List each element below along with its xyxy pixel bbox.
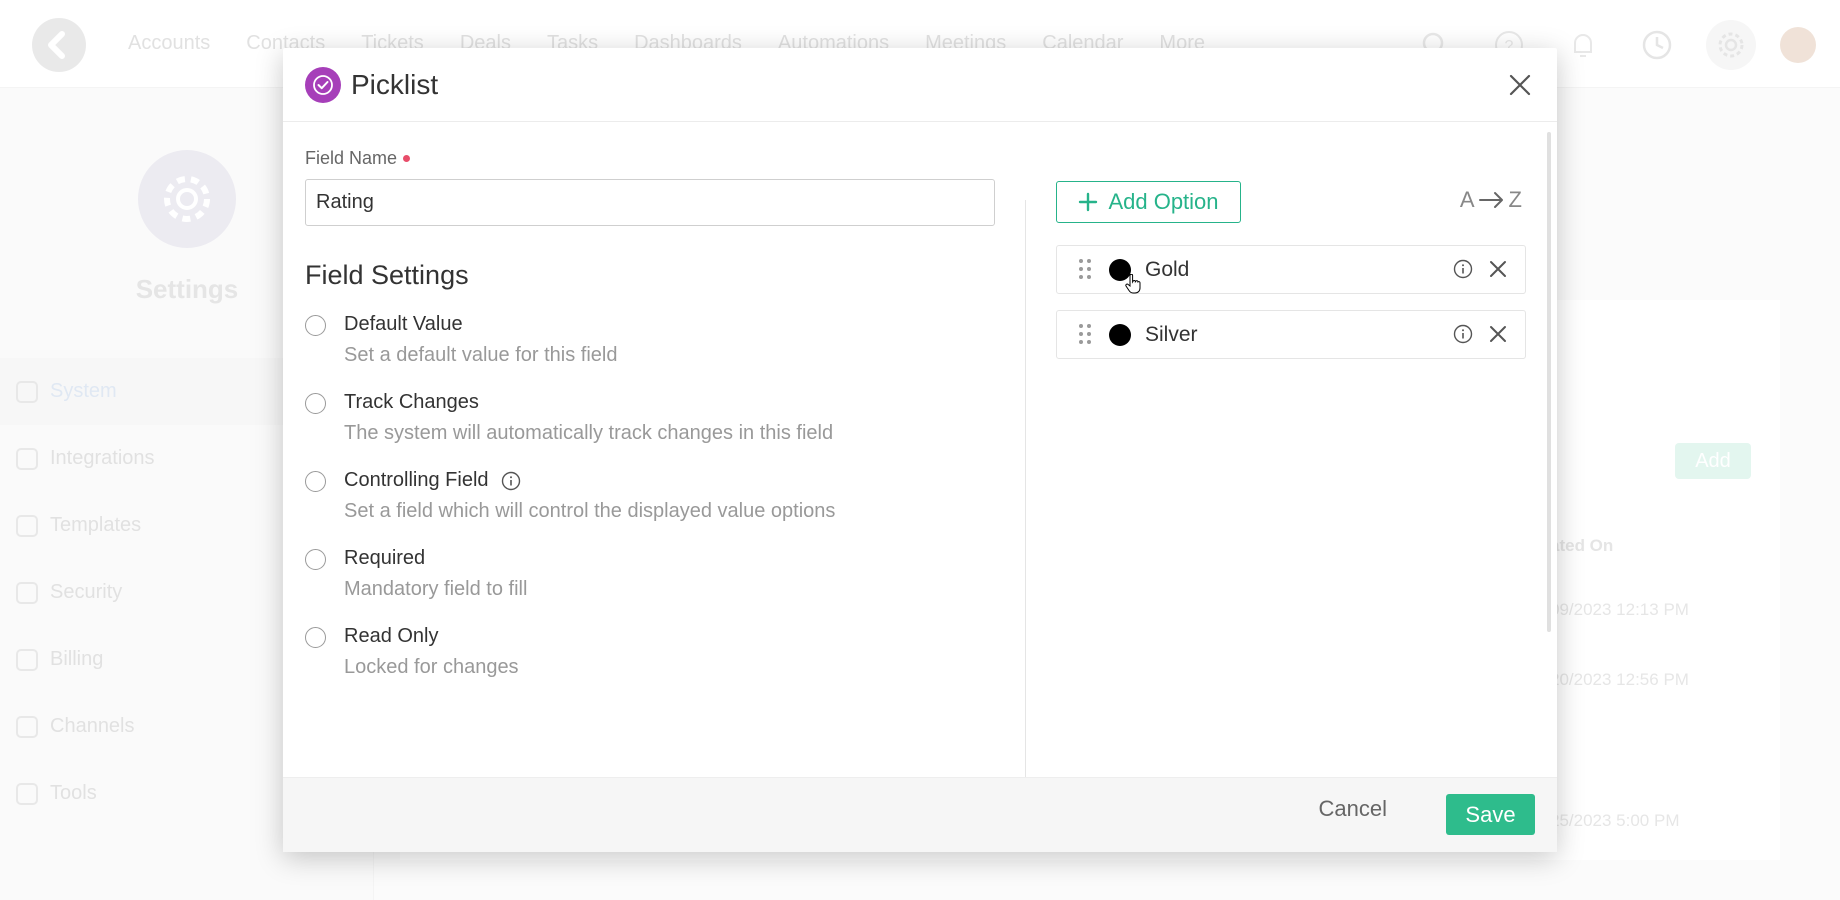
- sort-from-label: A: [1459, 187, 1475, 212]
- close-icon[interactable]: [1505, 70, 1535, 100]
- hand-cursor-icon: [1125, 273, 1141, 299]
- option-row: Gold: [1056, 245, 1526, 294]
- setting-default-value: Default Value Set a default value for thi…: [305, 313, 1005, 367]
- remove-option-icon[interactable]: [1489, 325, 1507, 348]
- sort-to-label: Z: [1508, 187, 1522, 212]
- option-color-swatch[interactable]: [1109, 323, 1131, 346]
- drag-handle-icon[interactable]: [1079, 258, 1091, 281]
- field-config-pane: Field Name Rating Field Settings Default…: [305, 122, 1005, 679]
- setting-name: Required: [344, 547, 426, 569]
- setting-required: Required Mandatory field to fill: [305, 547, 1005, 601]
- check-circle-icon: [305, 66, 341, 103]
- setting-radio[interactable]: [305, 471, 326, 492]
- plus-icon: [1079, 192, 1098, 212]
- option-label[interactable]: Silver: [1145, 323, 1198, 347]
- setting-controlling-field: Controlling Field Set a field which will …: [305, 469, 1005, 523]
- modal-title: Picklist: [351, 68, 439, 100]
- drag-handle-icon[interactable]: [1079, 323, 1091, 346]
- options-list: Gold Silver: [1056, 245, 1526, 359]
- field-settings-title: Field Settings: [305, 260, 469, 290]
- setting-description: Mandatory field to fill: [344, 578, 528, 600]
- setting-name-row: Read Only: [344, 625, 1005, 648]
- info-icon[interactable]: [1453, 324, 1473, 349]
- field-name-input[interactable]: Rating: [305, 179, 995, 226]
- setting-name: Read Only: [344, 625, 439, 647]
- add-option-label: Add Option: [1108, 189, 1219, 214]
- required-indicator: [403, 155, 411, 162]
- modal-header: Picklist: [283, 48, 1557, 122]
- pane-divider: [1025, 200, 1026, 782]
- setting-name-row: Required: [344, 547, 1005, 570]
- setting-description: Locked for changes: [344, 656, 519, 678]
- setting-description: The system will automatically track chan…: [344, 422, 834, 444]
- setting-name: Track Changes: [344, 391, 479, 413]
- field-name-label: Field Name: [305, 148, 1005, 169]
- arrow-right-icon: [1478, 192, 1503, 208]
- cancel-button[interactable]: Cancel: [1319, 796, 1387, 822]
- field-name-label-text: Field Name: [305, 148, 398, 168]
- save-button[interactable]: Save: [1446, 794, 1535, 835]
- setting-name: Controlling Field: [344, 469, 489, 491]
- add-option-button[interactable]: Add Option: [1056, 181, 1241, 223]
- setting-name-row: Controlling Field: [344, 469, 1005, 492]
- setting-description: Set a default value for this field: [344, 344, 618, 366]
- setting-track-changes: Track Changes The system will automatical…: [305, 391, 1005, 445]
- setting-radio[interactable]: [305, 627, 326, 648]
- info-icon[interactable]: [501, 471, 521, 491]
- option-label[interactable]: Gold: [1145, 258, 1189, 282]
- field-settings-list: Default Value Set a default value for thi…: [305, 313, 1005, 679]
- option-row: Silver: [1056, 310, 1526, 359]
- setting-description: Set a field which will control the displ…: [344, 500, 836, 522]
- sort-az-button[interactable]: A Z: [1460, 187, 1522, 213]
- setting-name-row: Default Value: [344, 313, 1005, 336]
- setting-name: Default Value: [344, 313, 463, 335]
- options-pane: Add Option A Z Gold Silver: [1056, 181, 1526, 359]
- scrollbar-thumb[interactable]: [1547, 132, 1551, 632]
- remove-option-icon[interactable]: [1489, 260, 1507, 283]
- setting-name-row: Track Changes: [344, 391, 1005, 414]
- setting-radio[interactable]: [305, 549, 326, 570]
- modal-footer: Cancel Save: [283, 777, 1557, 852]
- setting-radio[interactable]: [305, 393, 326, 414]
- setting-radio[interactable]: [305, 315, 326, 336]
- picklist-modal: Picklist Field Name Rating Field Setting…: [283, 48, 1557, 852]
- setting-read-only: Read Only Locked for changes: [305, 625, 1005, 679]
- info-icon[interactable]: [1453, 259, 1473, 284]
